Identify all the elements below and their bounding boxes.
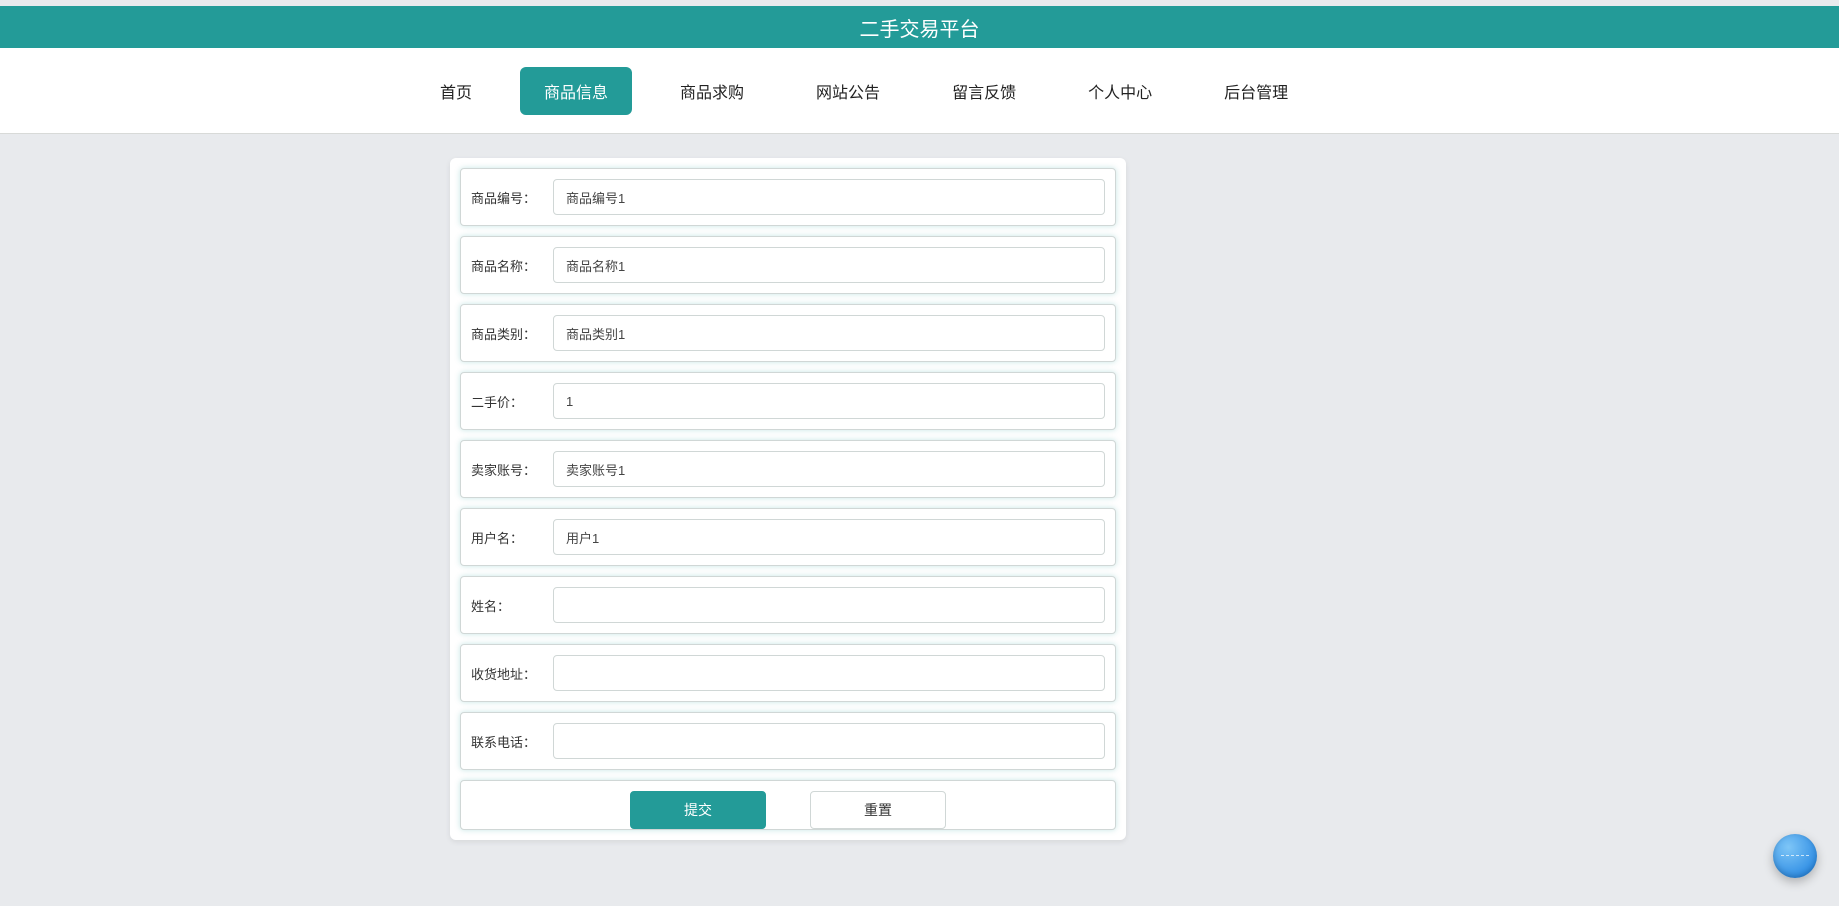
label-secondhand-price: 二手价：: [471, 392, 553, 411]
floating-assistant-button[interactable]: [1773, 834, 1817, 878]
form-row-product-name: 商品名称：: [460, 236, 1116, 294]
label-phone: 联系电话：: [471, 732, 553, 751]
input-seller-account[interactable]: [553, 451, 1105, 487]
label-shipping-address: 收货地址：: [471, 664, 553, 683]
label-product-name: 商品名称：: [471, 256, 553, 275]
label-product-id: 商品编号：: [471, 188, 553, 207]
label-username: 用户名：: [471, 528, 553, 547]
globe-icon: [1781, 855, 1809, 857]
form-row-secondhand-price: 二手价：: [460, 372, 1116, 430]
form-row-seller-account: 卖家账号：: [460, 440, 1116, 498]
form-row-shipping-address: 收货地址：: [460, 644, 1116, 702]
input-fullname[interactable]: [553, 587, 1105, 623]
label-seller-account: 卖家账号：: [471, 460, 553, 479]
reset-button[interactable]: 重置: [810, 791, 946, 829]
input-product-id[interactable]: [553, 179, 1105, 215]
input-username[interactable]: [553, 519, 1105, 555]
content-area: 商品编号： 商品名称： 商品类别： 二手价： 卖家账号： 用户名： 姓名：: [0, 134, 1839, 840]
site-header: 二手交易平台: [0, 6, 1839, 48]
submit-button[interactable]: 提交: [630, 791, 766, 829]
main-nav: 首页 商品信息 商品求购 网站公告 留言反馈 个人中心 后台管理: [0, 48, 1839, 134]
button-row: 提交 重置: [460, 780, 1116, 830]
form-card: 商品编号： 商品名称： 商品类别： 二手价： 卖家账号： 用户名： 姓名：: [450, 158, 1126, 840]
nav-personal-center[interactable]: 个人中心: [1064, 67, 1176, 115]
nav-announcements[interactable]: 网站公告: [792, 67, 904, 115]
input-product-category[interactable]: [553, 315, 1105, 351]
nav-admin[interactable]: 后台管理: [1200, 67, 1312, 115]
label-product-category: 商品类别：: [471, 324, 553, 343]
form-row-username: 用户名：: [460, 508, 1116, 566]
input-secondhand-price[interactable]: [553, 383, 1105, 419]
form-row-product-category: 商品类别：: [460, 304, 1116, 362]
site-title: 二手交易平台: [860, 13, 980, 42]
label-fullname: 姓名：: [471, 596, 553, 615]
nav-product-wanted[interactable]: 商品求购: [656, 67, 768, 115]
input-product-name[interactable]: [553, 247, 1105, 283]
form-row-product-id: 商品编号：: [460, 168, 1116, 226]
input-shipping-address[interactable]: [553, 655, 1105, 691]
nav-product-info[interactable]: 商品信息: [520, 67, 632, 115]
form-row-fullname: 姓名：: [460, 576, 1116, 634]
nav-feedback[interactable]: 留言反馈: [928, 67, 1040, 115]
input-phone[interactable]: [553, 723, 1105, 759]
nav-home[interactable]: 首页: [416, 67, 496, 115]
form-row-phone: 联系电话：: [460, 712, 1116, 770]
